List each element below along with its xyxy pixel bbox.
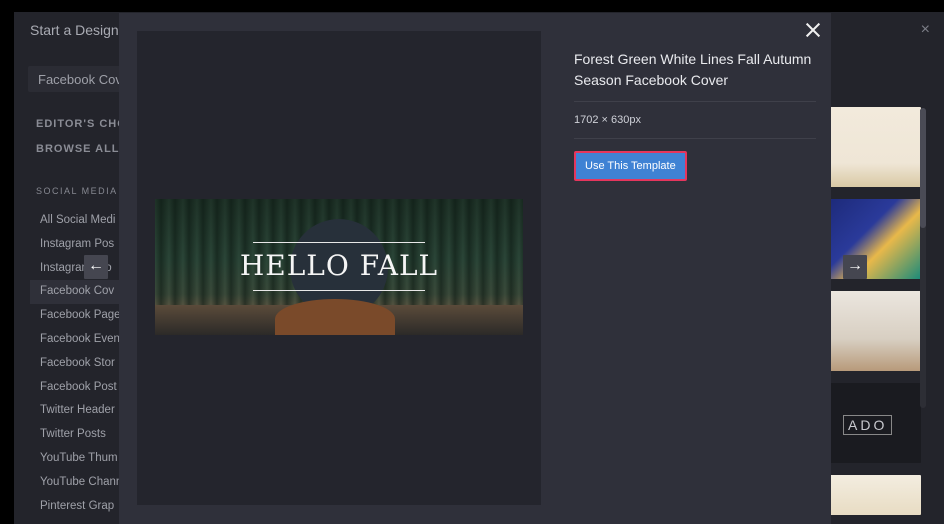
template-info: Forest Green White Lines Fall Autumn Sea… bbox=[574, 49, 816, 181]
preview-area: HELLO FALL bbox=[137, 31, 541, 505]
close-icon[interactable] bbox=[804, 21, 822, 39]
person bbox=[275, 299, 395, 335]
template-thumbnails: ADO bbox=[829, 107, 921, 524]
banner-bottom-line bbox=[253, 290, 425, 291]
thumbnail-text: ADO bbox=[843, 415, 893, 435]
template-thumbnail[interactable] bbox=[829, 107, 921, 187]
divider bbox=[574, 138, 816, 139]
template-thumbnail[interactable] bbox=[829, 475, 921, 515]
template-dimensions: 1702 × 630px bbox=[574, 114, 641, 126]
template-thumbnail[interactable]: ADO bbox=[829, 383, 921, 463]
template-title: Forest Green White Lines Fall Autumn Sea… bbox=[574, 51, 812, 88]
dialog-title: Start a Design bbox=[30, 22, 119, 38]
scrollbar-thumb[interactable] bbox=[920, 108, 926, 228]
banner-text: HELLO FALL bbox=[239, 249, 439, 282]
section-label: SOCIAL MEDIA bbox=[36, 186, 118, 196]
divider bbox=[574, 101, 816, 102]
banner-top-line bbox=[253, 242, 425, 243]
dialog-close-icon[interactable]: × bbox=[921, 21, 930, 39]
arrow-left-icon[interactable]: ← bbox=[84, 255, 108, 279]
arrow-right-icon[interactable]: → bbox=[843, 255, 867, 279]
use-template-button[interactable]: Use This Template bbox=[574, 151, 687, 181]
template-preview-image: HELLO FALL bbox=[155, 199, 523, 335]
template-preview-modal: HELLO FALL Forest Green White Lines Fall… bbox=[119, 13, 831, 524]
template-thumbnail[interactable] bbox=[829, 291, 921, 371]
